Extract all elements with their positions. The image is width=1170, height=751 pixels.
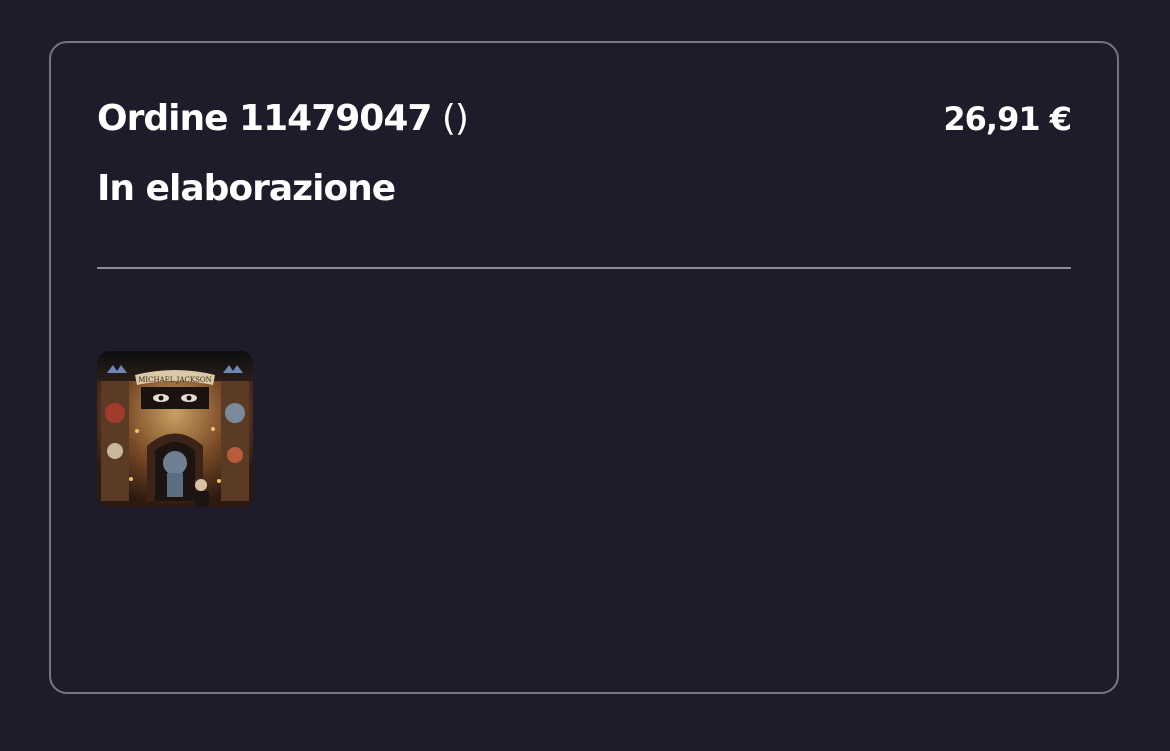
order-status: In elaborazione: [97, 168, 396, 209]
order-title-suffix: (): [431, 98, 469, 139]
product-thumbnail[interactable]: MICHAEL JACKSON: [97, 351, 253, 507]
divider: [97, 267, 1071, 269]
album-cover-image: MICHAEL JACKSON: [97, 351, 253, 507]
order-header: Ordine 11479047 () 26,91 €: [97, 95, 1072, 143]
order-title: Ordine 11479047 (): [97, 95, 469, 143]
album-cover-title: MICHAEL JACKSON: [138, 376, 212, 384]
order-number: Ordine 11479047: [97, 98, 432, 139]
order-card[interactable]: Ordine 11479047 () 26,91 € In elaborazio…: [49, 41, 1119, 694]
order-total: 26,91 €: [943, 100, 1072, 138]
